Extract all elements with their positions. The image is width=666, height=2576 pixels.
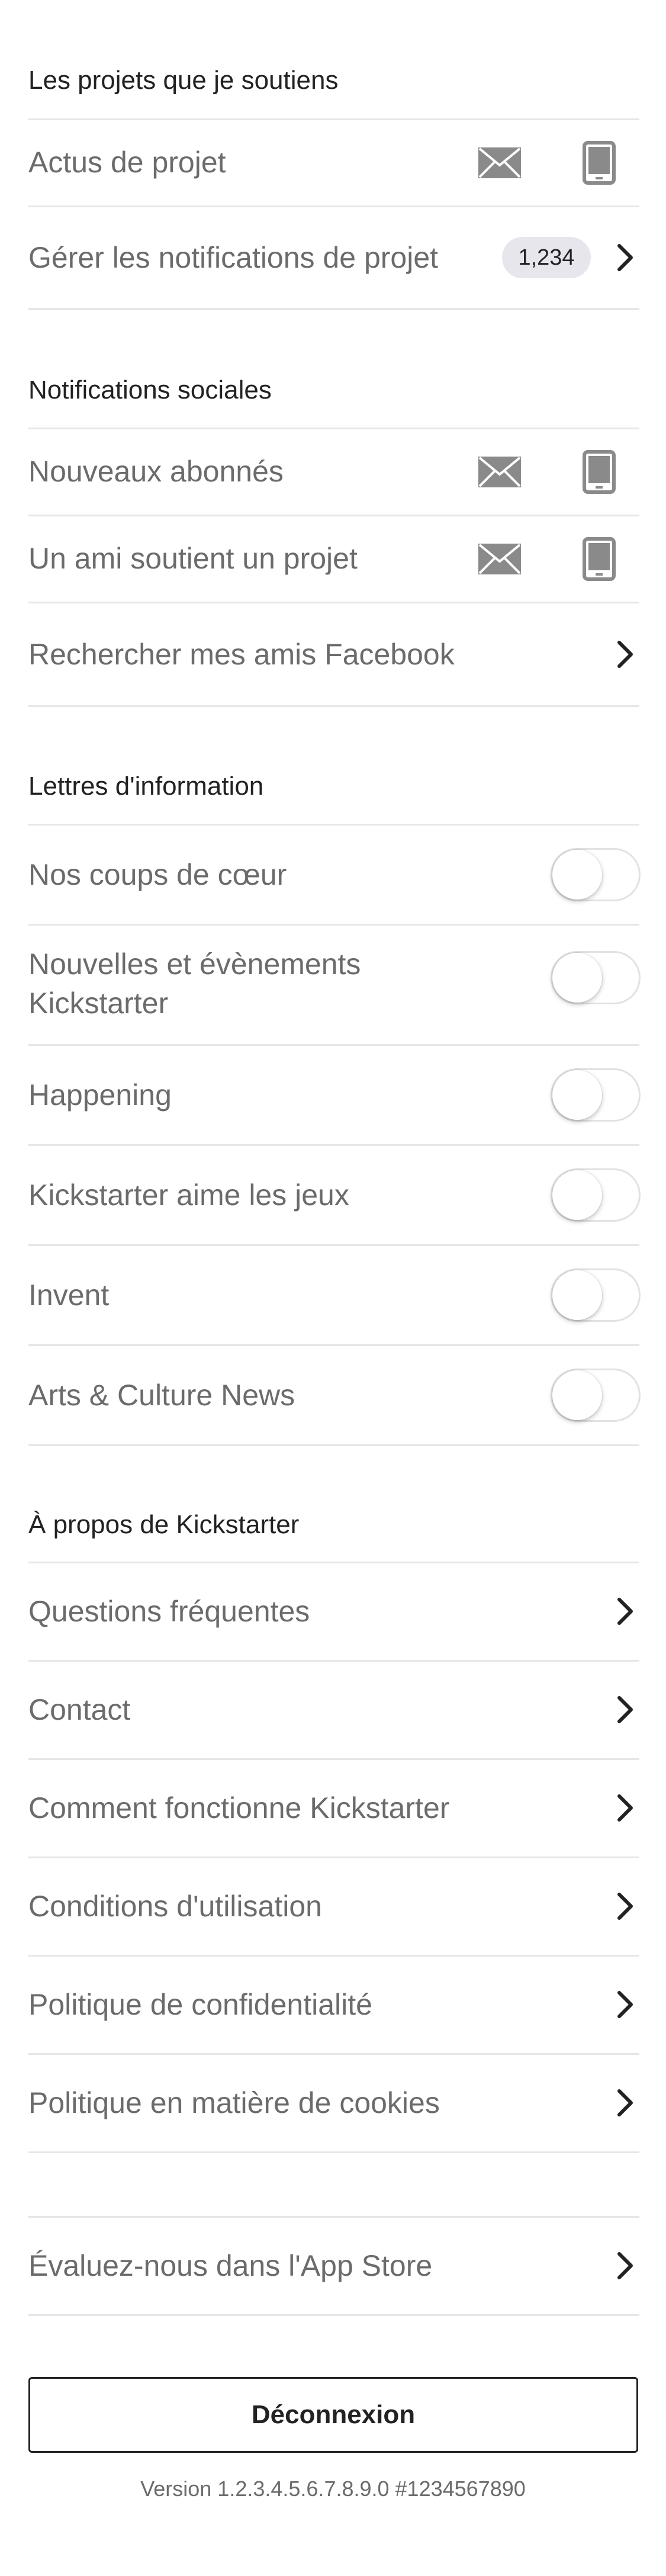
- row-new-followers: Nouveaux abonnés: [0, 429, 666, 515]
- phone-icon[interactable]: [583, 450, 616, 494]
- chevron-right-icon: [617, 1794, 633, 1822]
- logout-button[interactable]: Déconnexion: [28, 2377, 638, 2453]
- row-label: Politique en matière de cookies: [28, 2086, 440, 2119]
- row-label: Contact: [28, 1693, 131, 1726]
- version-text: Version 1.2.3.4.5.6.7.8.9.0 #1234567890: [140, 2477, 526, 2501]
- toggle-knob: [552, 1170, 602, 1220]
- row-newsletter-invent: Invent: [0, 1246, 666, 1344]
- row-find-facebook-friends[interactable]: Rechercher mes amis Facebook: [0, 603, 666, 705]
- newsletter-toggle[interactable]: [551, 1168, 641, 1222]
- toggle-knob: [552, 1070, 602, 1120]
- section-title-backed-projects: Les projets que je soutiens: [28, 66, 339, 95]
- newsletter-toggle[interactable]: [551, 1068, 641, 1122]
- toggle-knob: [552, 953, 602, 1003]
- row-terms-of-use[interactable]: Conditions d'utilisation: [0, 1858, 666, 1955]
- row-label: Comment fonctionne Kickstarter: [28, 1791, 450, 1825]
- row-label: Invent: [28, 1279, 110, 1312]
- row-newsletter-news-events: Nouvelles et évènements Kickstarter: [0, 926, 666, 1044]
- row-label: Actus de projet: [28, 146, 226, 179]
- row-label: Happening: [28, 1078, 172, 1112]
- toggle-knob: [552, 1370, 602, 1420]
- row-manage-project-notifications[interactable]: Gérer les notifications de projet 1,234: [0, 207, 666, 308]
- chevron-right-icon: [617, 244, 633, 271]
- divider: [28, 308, 639, 310]
- row-label: Conditions d'utilisation: [28, 1890, 322, 1923]
- chevron-right-icon: [617, 1696, 633, 1723]
- row-contact[interactable]: Contact: [0, 1662, 666, 1758]
- newsletter-toggle[interactable]: [551, 1268, 641, 1322]
- row-label: Kickstarter aime les jeux: [28, 1178, 349, 1212]
- row-newsletter-games: Kickstarter aime les jeux: [0, 1146, 666, 1244]
- newsletter-toggle[interactable]: [551, 1369, 641, 1422]
- row-label: Nouveaux abonnés: [28, 455, 284, 488]
- chevron-right-icon: [617, 2252, 633, 2279]
- row-friend-backs-project: Un ami soutient un projet: [0, 516, 666, 602]
- section-title-newsletters: Lettres d'information: [28, 772, 264, 801]
- chevron-right-icon: [617, 1598, 633, 1625]
- row-label: Questions fréquentes: [28, 1595, 310, 1628]
- newsletter-toggle[interactable]: [551, 951, 641, 1004]
- chevron-right-icon: [617, 2089, 633, 2116]
- divider: [28, 2314, 639, 2316]
- toggle-knob: [552, 1270, 602, 1320]
- row-privacy-policy[interactable]: Politique de confidentialité: [0, 1957, 666, 2053]
- phone-icon[interactable]: [583, 141, 616, 185]
- mail-icon[interactable]: [478, 147, 521, 178]
- row-newsletter-arts-culture: Arts & Culture News: [0, 1346, 666, 1444]
- section-title-social: Notifications sociales: [28, 375, 272, 404]
- row-label: Arts & Culture News: [28, 1379, 295, 1412]
- mail-icon[interactable]: [478, 544, 521, 574]
- section-title-about: À propos de Kickstarter: [28, 1510, 300, 1539]
- row-label: Évaluez-nous dans l'App Store: [28, 2249, 433, 2282]
- row-label: Nos coups de cœur: [28, 858, 287, 891]
- row-newsletter-favorites: Nos coups de cœur: [0, 826, 666, 924]
- phone-icon[interactable]: [583, 537, 616, 581]
- mail-icon[interactable]: [478, 457, 521, 487]
- row-project-updates: Actus de projet: [0, 120, 666, 205]
- row-label: Gérer les notifications de projet: [28, 241, 439, 274]
- row-newsletter-happening: Happening: [0, 1046, 666, 1144]
- row-label: Rechercher mes amis Facebook: [28, 638, 455, 671]
- row-how-it-works[interactable]: Comment fonctionne Kickstarter: [0, 1760, 666, 1856]
- row-rate-app-store[interactable]: Évaluez-nous dans l'App Store: [0, 2218, 666, 2314]
- chevron-right-icon: [617, 1893, 633, 1920]
- row-label-line1: Nouvelles et évènements: [28, 947, 361, 981]
- row-cookie-policy[interactable]: Politique en matière de cookies: [0, 2055, 666, 2151]
- count-badge: 1,234: [502, 237, 591, 278]
- divider: [28, 705, 639, 707]
- row-faq[interactable]: Questions fréquentes: [0, 1563, 666, 1660]
- row-label: Politique de confidentialité: [28, 1988, 372, 2021]
- settings-page: Les projets que je soutiens Actus de pro…: [0, 0, 666, 2576]
- row-label: Un ami soutient un projet: [28, 542, 358, 575]
- toggle-knob: [552, 850, 602, 900]
- divider: [28, 1444, 639, 1446]
- chevron-right-icon: [617, 1991, 633, 2018]
- newsletter-toggle[interactable]: [551, 848, 641, 901]
- row-label-line2: Kickstarter: [28, 987, 169, 1020]
- divider: [28, 2151, 639, 2153]
- chevron-right-icon: [617, 641, 633, 668]
